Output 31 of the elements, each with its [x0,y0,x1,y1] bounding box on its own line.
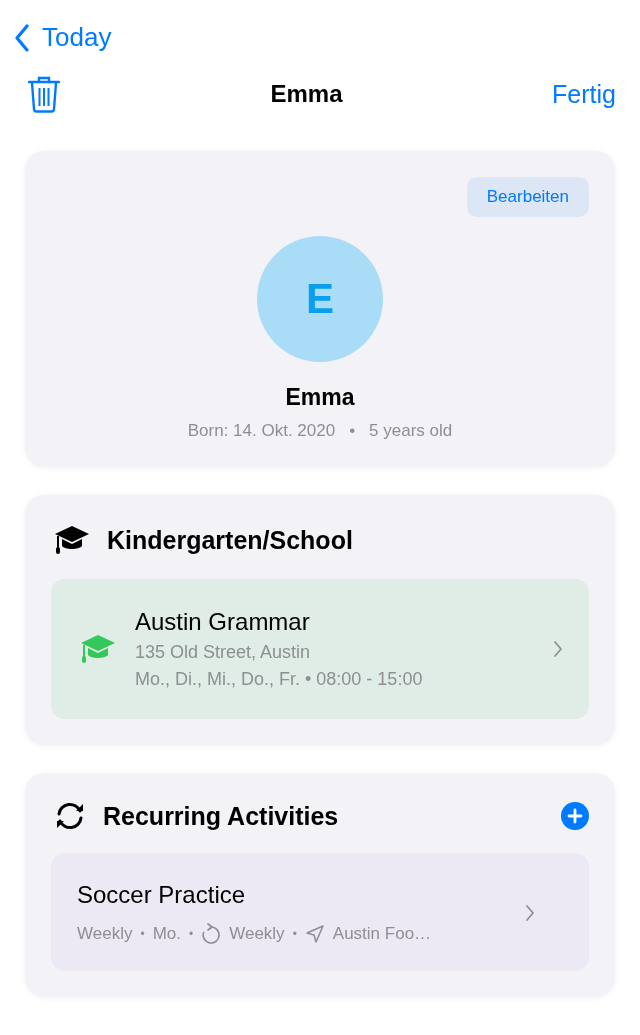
meta-text: Mo. [152,924,181,944]
chevron-icon [553,640,563,658]
meta-text: Weekly [229,924,285,944]
chevron-icon [525,904,535,922]
separator-dot: • [140,927,145,941]
screen-title: Emma [270,80,343,108]
age-text: 5 years old [369,421,453,441]
edit-button[interactable]: Bearbeiten [466,177,589,217]
separator-dot: • [189,927,194,941]
back-button[interactable]: Today [14,22,112,53]
done-button[interactable]: Fertig [552,79,616,109]
delete-button[interactable] [27,75,61,113]
graduation-cap-icon [79,632,117,666]
back-chevron-icon [14,23,30,52]
separator-dot: • [292,927,297,941]
activity-item[interactable]: Soccer Practice Weekly • Mo. • Weekly • Austin Foo… [51,853,589,971]
plus-icon [561,802,589,830]
separator-dot: • [349,421,356,441]
repeat-icon [201,923,222,945]
add-button[interactable] [561,802,589,830]
graduation-cap-icon [53,523,91,557]
profile-name: Emma [285,384,355,411]
birth-date: Born: 14. Okt. 2020 [187,421,336,441]
location-arrow-icon [304,924,325,944]
meta-text: Austin Foo… [332,924,432,944]
school-item[interactable]: Austin Grammar 135 Old Street, Austin Mo., Di., Mi., Do., Fr. • 08:00 - 15:00 [51,579,589,719]
meta-text: Weekly [77,924,133,944]
trash-icon [27,75,61,113]
avatar: E [257,236,383,362]
section-title: Recurring Activities [103,801,340,831]
section-title: Kindergarten/School [107,525,354,555]
